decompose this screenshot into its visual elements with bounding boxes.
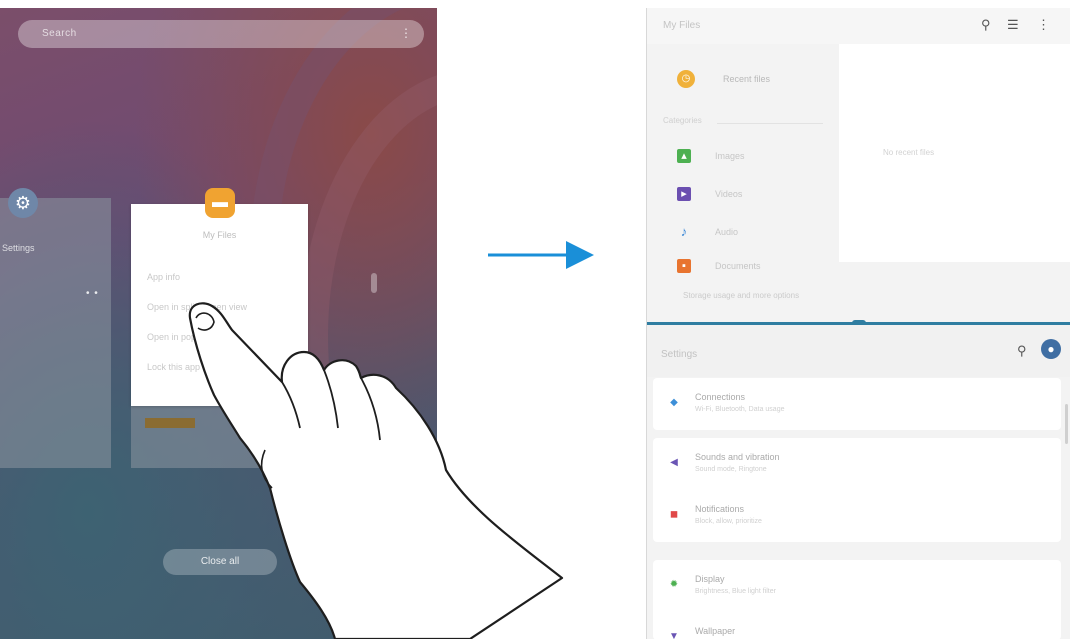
settings-app-header: Settings ⚲ ● [647, 325, 1070, 377]
clock-icon: ◷ [677, 70, 695, 88]
image-icon: ▴ [677, 149, 691, 163]
files-app-preview[interactable] [131, 406, 308, 468]
category-label: Videos [715, 189, 743, 199]
brightness-icon: ✹ [669, 579, 679, 590]
mic-icon[interactable]: ⋮ [400, 26, 412, 40]
files-card-title: My Files [202, 230, 237, 240]
category-divider [717, 123, 823, 124]
settings-row-wallpaper[interactable]: ▼ Wallpaper [653, 612, 1061, 639]
wallpaper-icon: ▼ [669, 631, 679, 639]
settings-row-connections[interactable]: ◆ Connections Wi-Fi, Bluetooth, Data usa… [653, 378, 1061, 430]
search-icon[interactable]: ⚲ [1017, 343, 1027, 359]
search-icon[interactable]: ⚲ [981, 17, 991, 33]
categories-header: Categories [663, 116, 702, 125]
files-app-title: My Files [663, 20, 701, 31]
video-icon: ▸ [677, 187, 691, 201]
settings-row-title: Connections [695, 392, 746, 402]
category-label: Audio [715, 227, 739, 237]
speaker-icon: ◀ [670, 457, 678, 468]
storage-link[interactable]: Storage usage and more options [683, 291, 799, 300]
search-placeholder: Search [42, 28, 77, 39]
recent-apps-screen: Search ⋮ Settings • • ⚙ My Files App inf… [0, 8, 437, 639]
settings-row-notifications[interactable]: ◼ Notifications Block, allow, prioritize [653, 490, 1061, 542]
gear-icon[interactable]: ⚙ [8, 188, 38, 218]
settings-app-title: Settings [661, 349, 698, 360]
split-screen-view: My Files ⚲ ☰ ⋮ ◷ Recent files Categories… [646, 8, 1070, 639]
arrow-right-icon [488, 241, 594, 269]
settings-row-subtitle: Brightness, Blue light filter [695, 588, 776, 595]
settings-app-card[interactable]: Settings • • [0, 198, 111, 468]
settings-group: ◀ Sounds and vibration Sound mode, Ringt… [653, 438, 1061, 542]
settings-scrollbar[interactable] [1065, 404, 1068, 444]
settings-row-title: Wallpaper [695, 626, 736, 636]
category-label: Images [715, 151, 745, 161]
empty-state-message: No recent files [883, 148, 935, 157]
category-label: Documents [715, 261, 761, 271]
menu-item-split-screen[interactable]: Open in split screen view [147, 302, 247, 312]
menu-item-popup-view[interactable]: Open in pop-up view [147, 332, 230, 342]
more-options-icon[interactable]: ⋮ [1037, 17, 1050, 33]
list-view-icon[interactable]: ☰ [1007, 17, 1019, 33]
preview-bar [145, 418, 195, 428]
menu-item-lock-app[interactable]: Lock this app [147, 362, 200, 372]
recent-files-link[interactable]: Recent files [723, 74, 770, 84]
settings-row-subtitle: Wi-Fi, Bluetooth, Data usage [695, 406, 785, 413]
scroll-handle[interactable] [371, 273, 377, 293]
wifi-icon: ◆ [670, 397, 678, 408]
settings-row-subtitle: Sound mode, Ringtone [695, 466, 767, 473]
account-icon[interactable]: ● [1041, 339, 1061, 359]
document-icon: ▪ [677, 259, 691, 273]
recent-apps-search-bar[interactable]: Search ⋮ [18, 20, 424, 48]
settings-card-label: Settings [2, 243, 35, 253]
files-app-header: My Files ⚲ ☰ ⋮ [647, 8, 1070, 44]
settings-card-dots: • • [86, 288, 99, 299]
close-all-button[interactable]: Close all [163, 549, 277, 575]
settings-row-title: Sounds and vibration [695, 452, 780, 462]
settings-row-sounds[interactable]: ◀ Sounds and vibration Sound mode, Ringt… [653, 438, 1061, 490]
menu-item-app-info[interactable]: App info [147, 272, 180, 282]
settings-row-display[interactable]: ✹ Display Brightness, Blue light filter [653, 560, 1061, 612]
files-sidebar: ◷ Recent files Categories ▴ Images ▸ Vid… [647, 44, 837, 322]
settings-group: ✹ Display Brightness, Blue light filter … [653, 560, 1061, 639]
settings-group: ◆ Connections Wi-Fi, Bluetooth, Data usa… [653, 378, 1061, 430]
settings-row-subtitle: Block, allow, prioritize [695, 518, 762, 525]
files-content-pane: No recent files [839, 44, 1070, 262]
notification-icon: ◼ [669, 509, 679, 520]
files-app-options-menu[interactable]: My Files App info Open in split screen v… [131, 204, 308, 406]
folder-icon[interactable]: ▬ [205, 188, 235, 218]
music-note-icon: ♪ [680, 224, 688, 239]
settings-row-title: Notifications [695, 504, 745, 514]
settings-row-title: Display [695, 574, 725, 584]
